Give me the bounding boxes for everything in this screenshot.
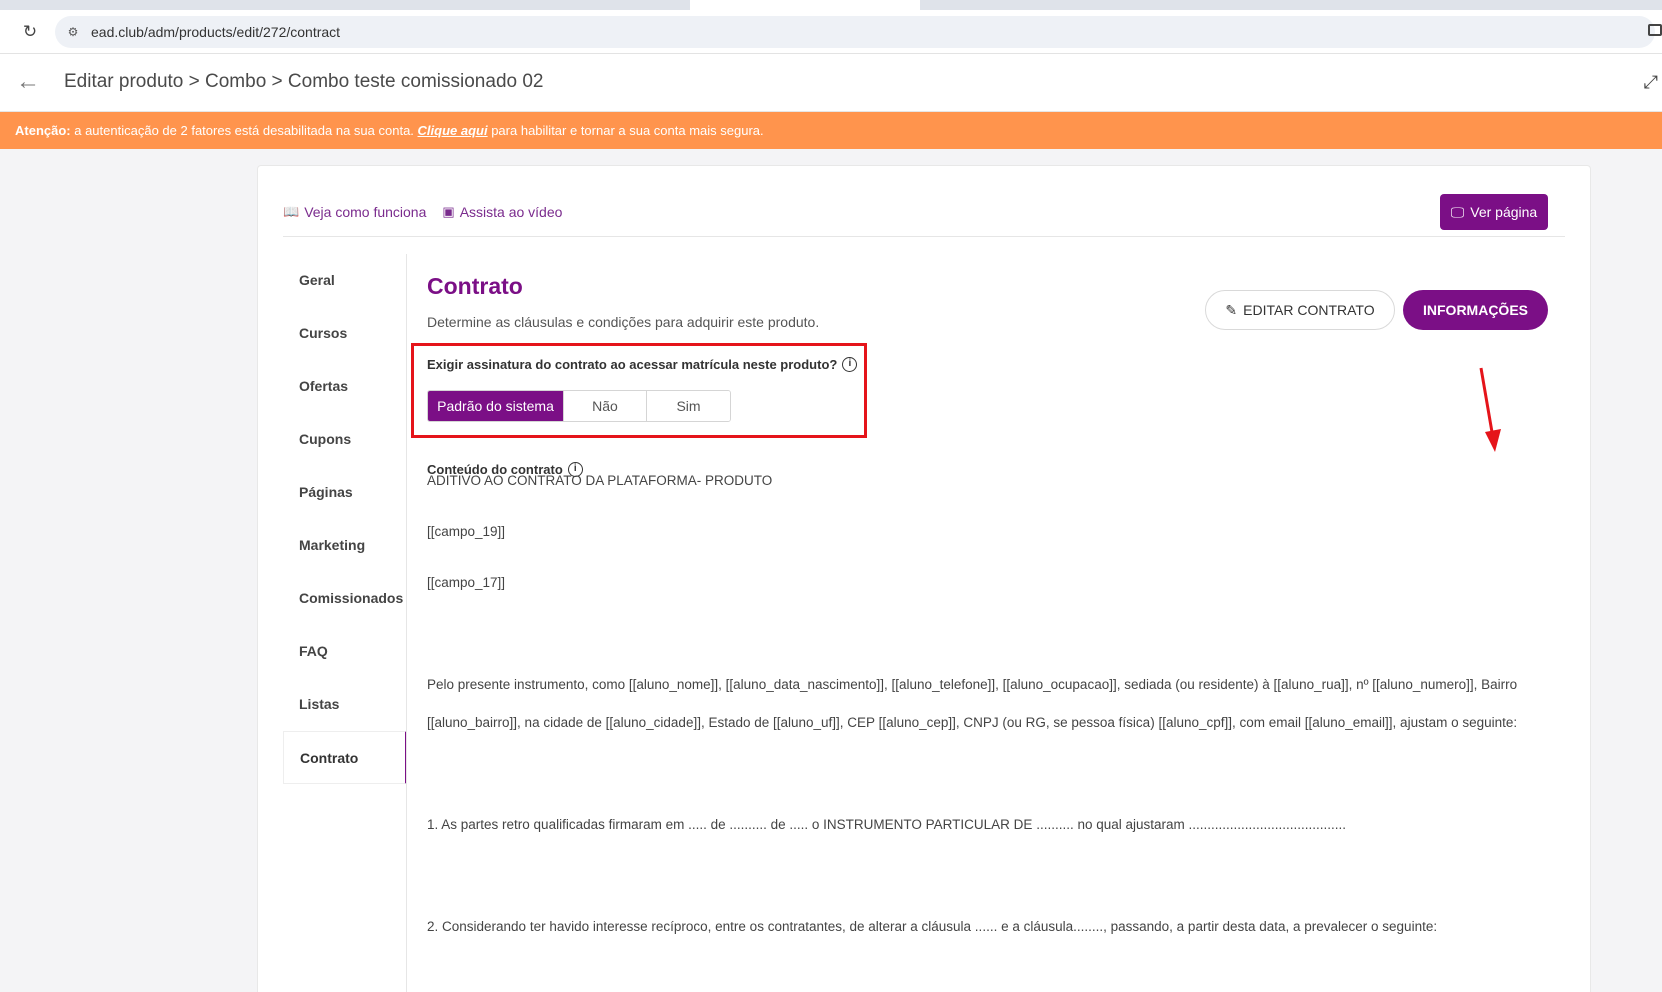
- how-it-works-link[interactable]: 📖 Veja como funciona: [283, 204, 426, 220]
- info-button[interactable]: INFORMAÇÕES: [1403, 290, 1548, 330]
- address-bar[interactable]: ⚙ ead.club/adm/products/edit/272/contrac…: [55, 16, 1655, 48]
- option-sim[interactable]: Sim: [647, 391, 730, 421]
- contract-line: Pelo presente instrumento, como [[aluno_…: [427, 677, 1518, 692]
- view-page-button[interactable]: 🖵 Ver página: [1440, 194, 1548, 230]
- sidebar-item-cupons[interactable]: Cupons: [283, 413, 407, 466]
- sidebar-divider: [406, 254, 407, 992]
- sidebar-item-cursos[interactable]: Cursos: [283, 307, 407, 360]
- signature-question: Exigir assinatura do contrato ao acessar…: [427, 357, 858, 372]
- sidebar-item-marketing[interactable]: Marketing: [283, 519, 407, 572]
- sidebar-item-ofertas[interactable]: Ofertas: [283, 360, 407, 413]
- annotation-arrow: [1479, 367, 1501, 452]
- contract-line: [[campo_17]]: [427, 575, 506, 590]
- contract-line: [[campo_19]]: [427, 524, 506, 539]
- info-icon[interactable]: i: [842, 357, 858, 372]
- warning-prefix: Atenção:: [15, 123, 71, 138]
- contract-line: [[aluno_bairro]], na cidade de [[aluno_c…: [427, 715, 1518, 730]
- contract-line: ADITIVO AO CONTRATO DA PLATAFORMA- PRODU…: [427, 473, 773, 488]
- sidebar-item-geral[interactable]: Geral: [283, 254, 407, 307]
- book-icon: 📖: [283, 204, 300, 219]
- sidebar-item-comissionados[interactable]: Comissionados: [283, 572, 407, 625]
- play-icon: ▣: [442, 204, 455, 219]
- warning-suffix: para habilitar e tornar a sua conta mais…: [487, 123, 764, 138]
- watch-video-link[interactable]: ▣ Assista ao vídeo: [442, 204, 562, 220]
- watch-video-label: Assista ao vídeo: [459, 204, 563, 220]
- page-subtitle: Determine as cláusulas e condições para …: [427, 314, 820, 330]
- app-header: ← Editar produto > Combo > Combo teste c…: [0, 54, 1662, 112]
- pencil-icon: ✎: [1225, 301, 1238, 318]
- browser-active-tab[interactable]: [690, 0, 920, 10]
- monitor-icon: 🖵: [1450, 203, 1465, 220]
- site-settings-icon[interactable]: ⚙: [65, 24, 81, 40]
- page-title: Contrato: [427, 273, 523, 299]
- warning-link[interactable]: Clique aqui: [418, 123, 488, 138]
- warning-text: a autenticação de 2 fatores está desabil…: [70, 123, 418, 138]
- signature-option-group: Padrão do sistema Não Sim: [427, 390, 731, 422]
- two-factor-warning: Atenção: a autenticação de 2 fatores est…: [0, 112, 1662, 149]
- sidebar-item-contrato[interactable]: Contrato: [283, 731, 407, 784]
- cast-icon[interactable]: [1648, 24, 1662, 36]
- url-text[interactable]: ead.club/adm/products/edit/272/contract: [91, 24, 340, 40]
- signature-question-text: Exigir assinatura do contrato ao acessar…: [427, 357, 838, 372]
- contract-line: 1. As partes retro qualificadas firmaram…: [427, 817, 1347, 832]
- breadcrumb: Editar produto > Combo > Combo teste com…: [64, 71, 544, 92]
- product-sidebar: Geral Cursos Ofertas Cupons Páginas Mark…: [283, 254, 407, 784]
- edit-contract-label: EDITAR CONTRATO: [1243, 302, 1375, 318]
- browser-tabstrip: [0, 0, 1662, 10]
- contract-line: 2. Considerando ter havido interesse rec…: [427, 919, 1438, 934]
- divider: [283, 236, 1565, 237]
- option-padrao-sistema[interactable]: Padrão do sistema: [428, 391, 564, 421]
- option-nao[interactable]: Não: [564, 391, 647, 421]
- sidebar-item-faq[interactable]: FAQ: [283, 625, 407, 678]
- back-arrow-icon[interactable]: ←: [16, 68, 40, 96]
- browser-toolbar: ↻ ⚙ ead.club/adm/products/edit/272/contr…: [0, 10, 1662, 54]
- expand-icon[interactable]: ⤢: [1644, 72, 1658, 93]
- sidebar-item-paginas[interactable]: Páginas: [283, 466, 407, 519]
- product-card: 📖 Veja como funciona ▣ Assista ao vídeo …: [257, 165, 1591, 992]
- sidebar-item-listas[interactable]: Listas: [283, 678, 407, 731]
- how-it-works-label: Veja como funciona: [304, 204, 427, 220]
- help-links: 📖 Veja como funciona ▣ Assista ao vídeo: [283, 204, 562, 220]
- view-page-label: Ver página: [1470, 204, 1538, 220]
- reload-icon[interactable]: ↻: [20, 22, 40, 42]
- edit-contract-button[interactable]: ✎ EDITAR CONTRATO: [1205, 290, 1395, 330]
